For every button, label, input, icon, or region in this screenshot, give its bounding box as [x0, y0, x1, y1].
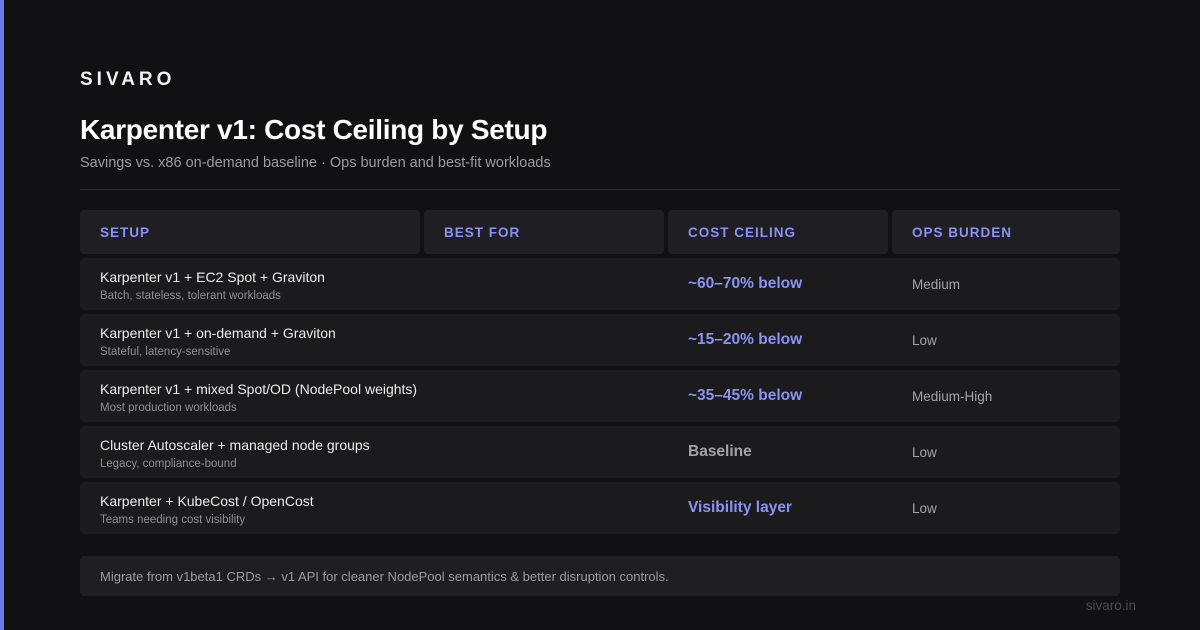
- best-for-text: Batch, stateless, tolerant workloads: [100, 290, 281, 302]
- table-row: Karpenter v1 + EC2 Spot + Graviton Batch…: [80, 258, 1120, 310]
- best-for-text: Legacy, compliance-bound: [100, 458, 237, 470]
- cost-ceiling-value: ~35–45% below: [688, 387, 803, 404]
- divider: [80, 189, 1120, 190]
- ops-burden-value: Low: [912, 501, 937, 516]
- page-subtitle: Savings vs. x86 on-demand baseline · Ops…: [80, 155, 551, 171]
- setup-name: Karpenter v1 + mixed Spot/OD (NodePool w…: [100, 381, 418, 397]
- cost-ceiling-value: Baseline: [688, 443, 752, 460]
- ops-burden-value: Low: [912, 445, 937, 460]
- table-row: Karpenter v1 + mixed Spot/OD (NodePool w…: [80, 370, 1120, 422]
- best-for-text: Stateful, latency-sensitive: [100, 346, 231, 358]
- page-title: Karpenter v1: Cost Ceiling by Setup: [80, 114, 548, 145]
- ops-burden-value: Medium-High: [912, 389, 993, 404]
- setup-name: Cluster Autoscaler + managed node groups: [100, 437, 370, 453]
- setup-name: Karpenter + KubeCost / OpenCost: [100, 493, 314, 509]
- best-for-text: Teams needing cost visibility: [100, 514, 246, 526]
- best-for-text: Most production workloads: [100, 402, 237, 414]
- setup-name: Karpenter v1 + on-demand + Graviton: [100, 325, 336, 341]
- page: SIVARO Karpenter v1: Cost Ceiling by Set…: [0, 0, 1200, 630]
- setup-name: Karpenter v1 + EC2 Spot + Graviton: [100, 269, 325, 285]
- table-row: Karpenter v1 + on-demand + Graviton Stat…: [80, 314, 1120, 366]
- table-header: SETUP BEST FOR COST CEILING OPS BURDEN: [80, 210, 1120, 254]
- table-row: Cluster Autoscaler + managed node groups…: [80, 426, 1120, 478]
- cost-ceiling-value: Visibility layer: [688, 499, 792, 516]
- footer-url: sivaro.in: [1085, 598, 1136, 613]
- table-row: Karpenter + KubeCost / OpenCost Teams ne…: [80, 482, 1120, 534]
- header-ops-burden: OPS BURDEN: [892, 210, 1120, 254]
- cost-ceiling-value: ~15–20% below: [688, 331, 803, 348]
- header-setup: SETUP: [80, 210, 420, 254]
- migration-note: Migrate from v1beta1 CRDs → v1 API for c…: [80, 556, 1120, 596]
- ops-burden-value: Low: [912, 333, 937, 348]
- accent-bar: [0, 0, 4, 630]
- cost-ceiling-value: ~60–70% below: [688, 275, 803, 292]
- brand-logo: SIVARO: [80, 69, 176, 90]
- header-best-for: BEST FOR: [424, 210, 664, 254]
- ops-burden-value: Medium: [912, 277, 961, 292]
- header-cost-ceiling: COST CEILING: [668, 210, 888, 254]
